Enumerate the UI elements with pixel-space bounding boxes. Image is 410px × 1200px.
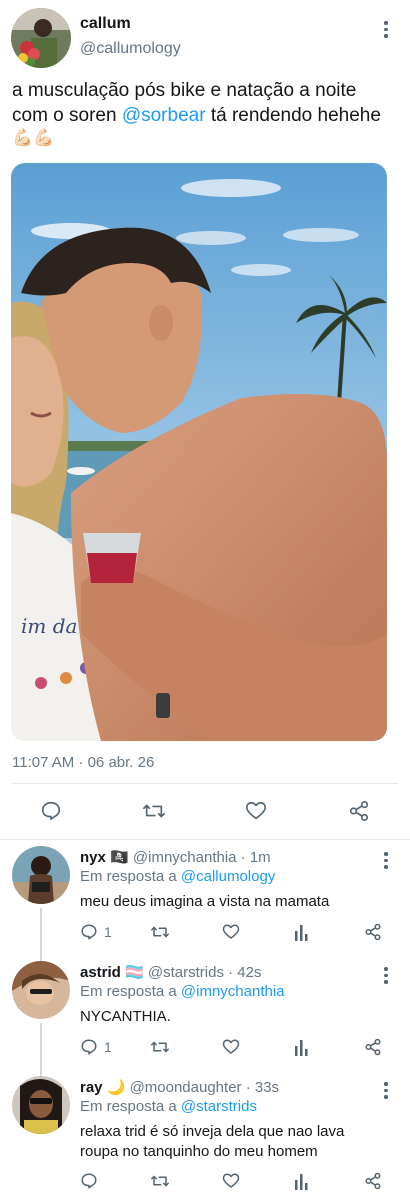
reply-action-bar: 1 xyxy=(0,923,410,945)
share-icon[interactable] xyxy=(364,923,382,941)
divider xyxy=(0,839,410,840)
mention-link[interactable]: @sorbear xyxy=(122,105,206,126)
reply-time[interactable]: · 33s xyxy=(246,1079,279,1096)
author-handle[interactable]: @callumology xyxy=(80,40,181,58)
analytics-icon[interactable] xyxy=(294,923,310,941)
heart-icon[interactable] xyxy=(222,923,240,941)
retweet-icon[interactable] xyxy=(150,923,170,941)
retweet-icon[interactable] xyxy=(150,1172,170,1190)
reply-icon[interactable]: 1 xyxy=(80,923,112,941)
divider xyxy=(12,783,398,784)
reply-action-bar: 1 xyxy=(0,1038,410,1060)
reply-text: meu deus imagina a vista na mamata xyxy=(80,892,329,912)
reply-author-handle[interactable]: @moondaughter xyxy=(130,1079,242,1096)
replying-to: Em resposta a @starstrids xyxy=(80,1098,257,1115)
analytics-icon[interactable] xyxy=(294,1172,310,1190)
reply-avatar[interactable] xyxy=(12,1076,70,1134)
replying-label: Em resposta a xyxy=(80,983,181,1000)
reply-count: 1 xyxy=(104,1039,112,1055)
reply-author-name[interactable]: ray xyxy=(80,1079,103,1096)
more-options-icon[interactable] xyxy=(378,852,394,869)
reply-author-name[interactable]: nyx xyxy=(80,849,106,866)
reply-text: NYCANTHIA. xyxy=(80,1007,171,1027)
heart-icon[interactable] xyxy=(245,800,267,822)
author-name[interactable]: callum xyxy=(80,15,131,33)
replying-to-handle[interactable]: @starstrids xyxy=(181,1098,257,1115)
flag-emoji: 🏳️‍⚧️ xyxy=(125,964,144,981)
tweet-action-bar xyxy=(0,796,410,826)
tweet-text-line-2: com o soren @sorbear tá rendendo hehehe xyxy=(12,103,408,128)
reply-author-handle[interactable]: @imnychanthia xyxy=(133,849,237,866)
author-avatar[interactable] xyxy=(11,8,71,68)
reply-avatar[interactable] xyxy=(12,961,70,1019)
share-icon[interactable] xyxy=(364,1038,382,1056)
reply-text-line: NYCANTHIA. xyxy=(80,1008,171,1025)
tweet-timestamp[interactable]: 11:07 AM · 06 abr. 26 xyxy=(12,754,154,771)
more-options-icon[interactable] xyxy=(378,1082,394,1099)
reply-text-line: relaxa trid é só inveja dela que nao lav… xyxy=(80,1123,345,1140)
replying-to: Em resposta a @callumology xyxy=(80,868,275,885)
reply-text-line: meu deus imagina a vista na mamata xyxy=(80,893,330,910)
share-icon[interactable] xyxy=(348,800,370,822)
moon-emoji: 🌙 xyxy=(106,1079,126,1096)
reply-author-handle[interactable]: @starstrids xyxy=(148,964,224,981)
more-options-icon[interactable] xyxy=(378,21,394,38)
tweet-photo[interactable]: im da Vi xyxy=(11,163,387,741)
tweet-text: a musculação pós bike e natação a noite … xyxy=(12,78,408,128)
reply-action-bar xyxy=(0,1172,410,1194)
reply-time[interactable]: · 42s xyxy=(228,964,261,981)
reply-text: relaxa trid é só inveja dela que nao lav… xyxy=(80,1122,344,1162)
replying-to: Em resposta a @imnychanthia xyxy=(80,983,285,1000)
tweet-text-segment: tá rendendo hehehe xyxy=(205,105,381,126)
replying-to-handle[interactable]: @callumology xyxy=(181,868,275,885)
reply-header: nyx 🏴‍☠️ @imnychanthia · 1m xyxy=(80,848,271,866)
retweet-icon[interactable] xyxy=(150,1038,170,1056)
heart-icon[interactable] xyxy=(222,1038,240,1056)
retweet-icon[interactable] xyxy=(142,800,166,822)
tweet-text-line-1: a musculação pós bike e natação a noite xyxy=(12,80,357,101)
reply-text-line: roupa no tanquinho do meu homem xyxy=(80,1143,318,1160)
reply-header: ray 🌙 @moondaughter · 33s xyxy=(80,1078,279,1096)
reply-icon[interactable]: 1 xyxy=(80,1038,112,1056)
reply-tweet[interactable]: astrid 🏳️‍⚧️ @starstrids · 42s Em respos… xyxy=(0,961,410,1123)
analytics-icon[interactable] xyxy=(294,1038,310,1056)
flag-emoji: 🏴‍☠️ xyxy=(110,849,129,866)
replying-to-handle[interactable]: @imnychanthia xyxy=(181,983,285,1000)
reply-avatar[interactable] xyxy=(12,846,70,904)
replying-label: Em resposta a xyxy=(80,1098,181,1115)
share-icon[interactable] xyxy=(364,1172,382,1190)
flexed-biceps-emojis: 💪🏻💪🏻 xyxy=(12,128,55,147)
heart-icon[interactable] xyxy=(222,1172,240,1190)
reply-header: astrid 🏳️‍⚧️ @starstrids · 42s xyxy=(80,963,262,981)
reply-icon[interactable] xyxy=(40,800,62,822)
reply-time[interactable]: · 1m xyxy=(241,849,271,866)
reply-icon[interactable] xyxy=(80,1172,104,1190)
reply-count: 1 xyxy=(104,924,112,940)
reply-tweet[interactable]: nyx 🏴‍☠️ @imnychanthia · 1m Em resposta … xyxy=(0,846,410,1008)
replying-label: Em resposta a xyxy=(80,868,181,885)
tweet-text-segment: com o soren xyxy=(12,105,122,126)
more-options-icon[interactable] xyxy=(378,967,394,984)
reply-author-name[interactable]: astrid xyxy=(80,964,121,981)
reply-tweet[interactable]: ray 🌙 @moondaughter · 33s Em resposta a … xyxy=(0,1076,410,1200)
